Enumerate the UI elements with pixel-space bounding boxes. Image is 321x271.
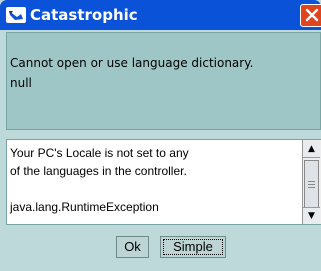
error-dialog: Catastrophic Cannot open or use language… xyxy=(0,0,321,271)
error-message-line-1: Cannot open or use language dictionary. xyxy=(10,56,254,70)
grip-line xyxy=(308,187,315,188)
window-icon xyxy=(6,7,26,23)
details-text: Your PC's Locale is not set to any of th… xyxy=(10,146,189,214)
chevron-down-icon: ▼ xyxy=(308,211,315,221)
error-message: Cannot open or use language dictionary. … xyxy=(10,53,321,93)
ok-button[interactable]: Ok xyxy=(116,236,149,258)
grip-line xyxy=(308,181,315,182)
scroll-down-button[interactable]: ▼ xyxy=(303,207,320,224)
scroll-thumb[interactable] xyxy=(304,160,319,208)
title-bar[interactable]: Catastrophic xyxy=(0,0,321,30)
close-button[interactable] xyxy=(300,4,321,27)
error-message-line-2: null xyxy=(10,76,32,90)
dialog-title: Catastrophic xyxy=(30,6,138,24)
close-icon xyxy=(305,8,319,22)
chevron-up-icon: ▲ xyxy=(308,144,315,154)
grip-line xyxy=(308,184,315,185)
scroll-up-button[interactable]: ▲ xyxy=(303,141,320,158)
simple-button[interactable]: Simple xyxy=(160,236,226,258)
